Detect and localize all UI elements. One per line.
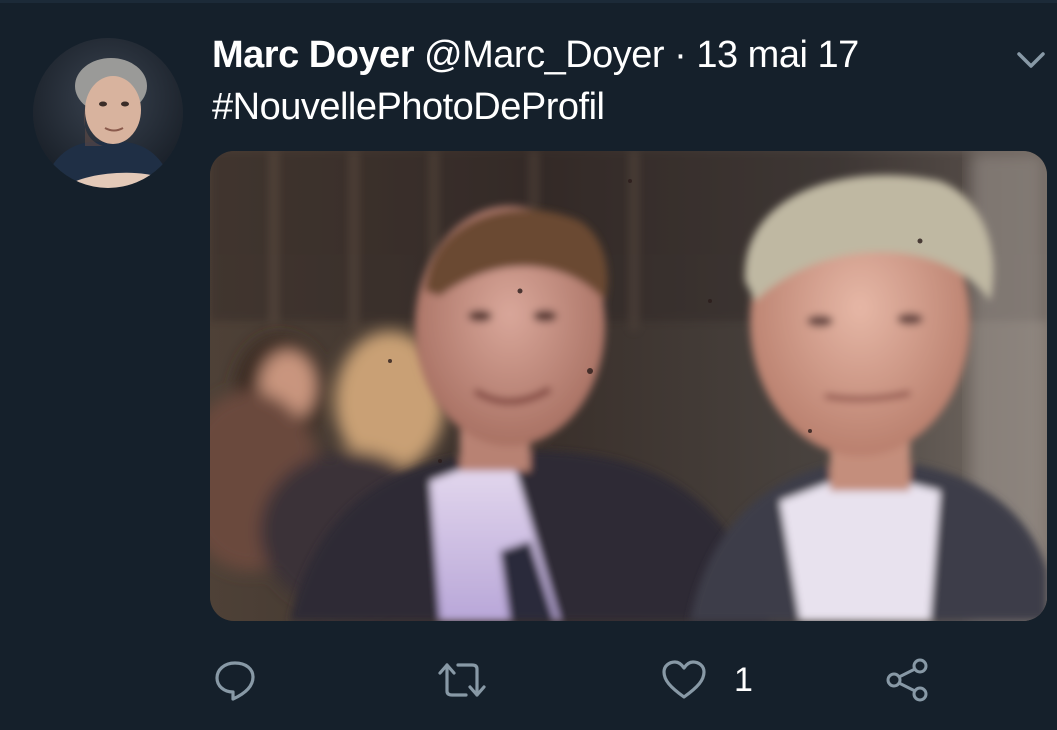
- separator-dot: ·: [674, 34, 687, 76]
- share-button[interactable]: [884, 650, 932, 710]
- tweet-photo[interactable]: [210, 151, 1047, 621]
- retweet-icon: [436, 657, 488, 703]
- retweet-button[interactable]: [436, 650, 488, 710]
- top-divider: [0, 0, 1057, 3]
- share-icon: [884, 657, 932, 703]
- like-count: 1: [734, 660, 753, 699]
- chevron-down-icon[interactable]: [1012, 42, 1050, 76]
- reply-button[interactable]: [212, 650, 258, 710]
- author-name[interactable]: Marc Doyer: [212, 34, 414, 76]
- avatar[interactable]: [33, 38, 183, 188]
- tweet-header: Marc Doyer @Marc_Doyer · 13 mai 17: [212, 32, 859, 82]
- reply-icon: [212, 657, 258, 703]
- heart-icon: [660, 657, 708, 703]
- tweet-text[interactable]: #NouvellePhotoDeProfil: [212, 84, 605, 130]
- tweet-actions: 1: [0, 650, 1057, 710]
- like-button[interactable]: 1: [660, 650, 753, 710]
- author-handle[interactable]: @Marc_Doyer: [424, 34, 665, 76]
- tweet-date[interactable]: 13 mai 17: [696, 34, 859, 76]
